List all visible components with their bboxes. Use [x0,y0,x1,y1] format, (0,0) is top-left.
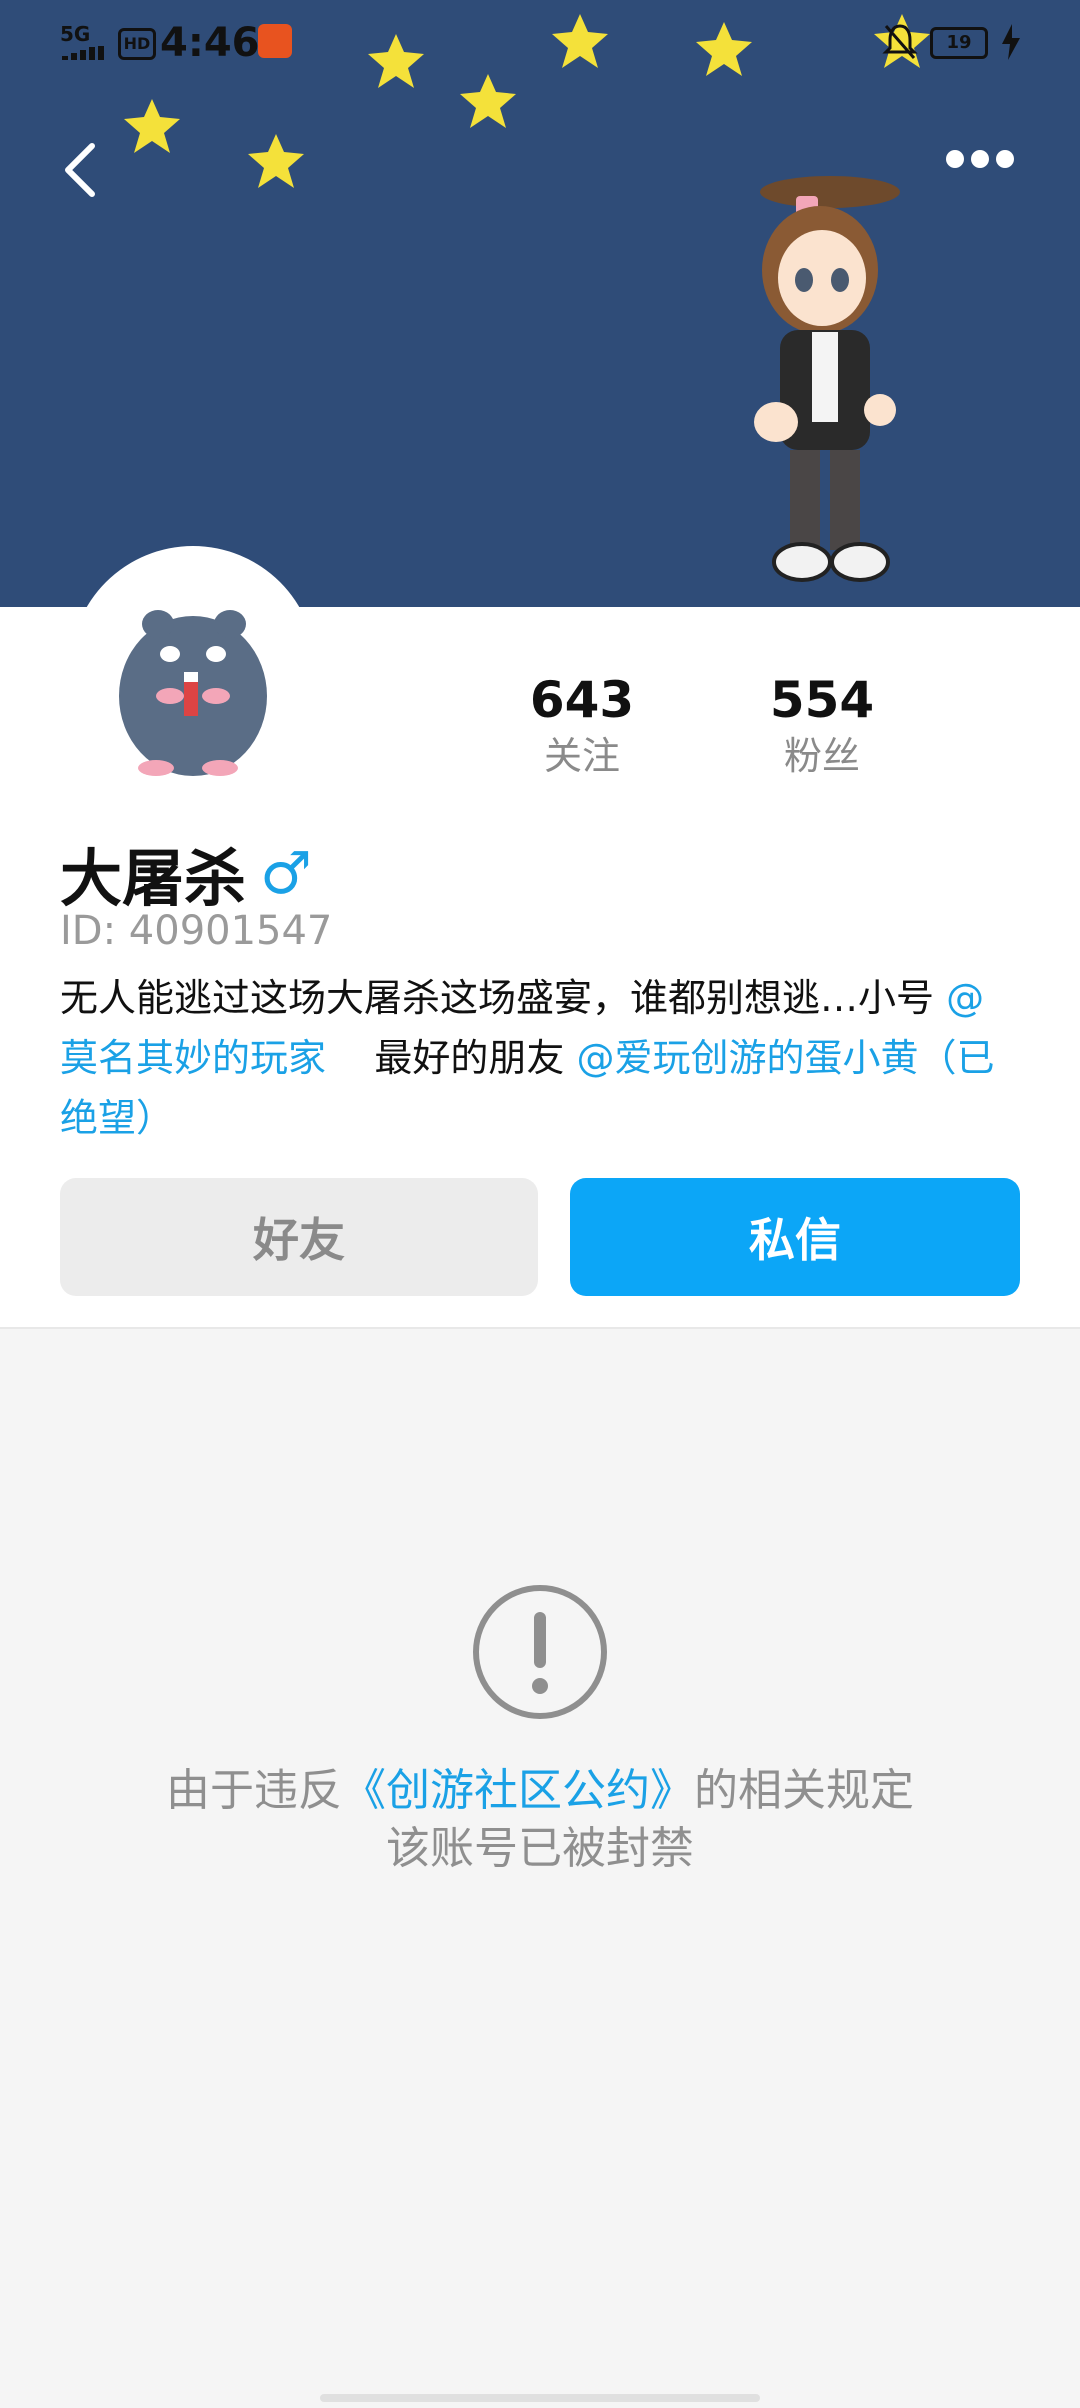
bio-text: 无人能逃过这场大屠杀这场盛宴，谁都别想逃…小号 [60,976,935,1020]
male-icon: ♂ [260,839,313,907]
followers-label: 粉丝 [783,734,860,778]
followers-stat[interactable]: 554 粉丝 [742,670,902,782]
home-indicator[interactable] [320,2394,760,2402]
following-label: 关注 [543,734,620,778]
bell-off-icon [882,24,918,59]
battery-indicator: 19 [930,27,988,59]
avatar[interactable] [70,546,316,792]
ban-notice-prefix: 由于违反 [166,1765,342,1816]
following-stat[interactable]: 643 关注 [502,670,662,782]
more-dots-icon [996,150,1014,168]
hd-badge: HD [118,28,156,60]
network-label: 5G [60,22,91,46]
status-time: 4:46 [160,20,260,66]
notification-app-icon [258,24,292,58]
bio-text-middle: 最好的朋友 [374,1036,565,1080]
message-button[interactable]: 私信 [570,1178,1020,1296]
signal-icon [62,46,104,60]
community-rules-link[interactable]: 《创游社区公约》 [342,1765,694,1816]
back-button[interactable] [58,140,108,200]
profile-banner: 5G HD 4:46 19 [0,0,1080,607]
more-dots-icon [946,150,964,168]
ban-notice-suffix: 的相关规定 [694,1765,914,1816]
profile-id: ID: 40901547 [60,908,333,954]
chevron-left-icon [65,143,95,197]
followers-count: 554 [769,671,875,729]
more-dots-icon [971,150,989,168]
ban-notice-line2: 该账号已被封禁 [386,1823,694,1874]
profile-name: 大屠杀 [60,842,247,915]
charging-icon [1002,24,1020,60]
profile-bio: 无人能逃过这场大屠杀这场盛宴，谁都别想逃…小号 @莫名其妙的玩家 最好的朋友 @… [60,968,1020,1148]
more-options-button[interactable] [946,150,1026,186]
friend-button[interactable]: 好友 [60,1178,538,1296]
following-count: 643 [529,671,635,729]
hamster-avatar-image [119,610,267,776]
exclamation-circle-icon [473,1585,607,1719]
star-decoration [248,134,304,188]
character-illustration [754,176,900,582]
ban-notice: 由于违反《创游社区公约》的相关规定 该账号已被封禁 [0,1762,1080,1878]
status-bar: 5G HD 4:46 19 [0,0,1080,82]
profile-name-row: 大屠杀 ♂ [60,828,312,918]
star-decoration [124,99,180,153]
